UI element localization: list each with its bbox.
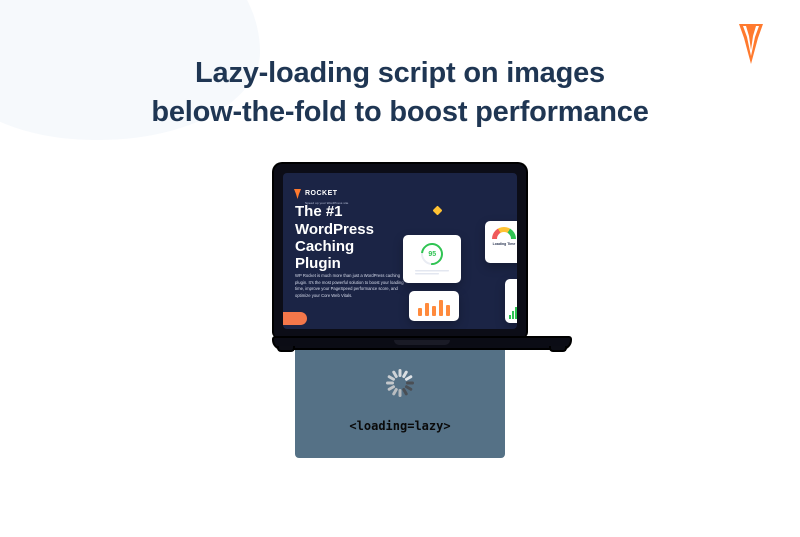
decorative-diamond-icon bbox=[433, 206, 443, 216]
code-snippet: <loading=lazy> bbox=[349, 419, 450, 433]
loading-spinner-icon bbox=[386, 375, 414, 403]
hero-title: The #1 WordPress Caching Plugin bbox=[295, 203, 400, 272]
hero-description: WP Rocket is much more than just a WordP… bbox=[295, 273, 407, 299]
loading-time-card: Loading Time bbox=[485, 221, 517, 263]
laptop-foot bbox=[549, 346, 567, 352]
headline-line-1: Lazy-loading script on images bbox=[195, 57, 605, 89]
gauge-icon bbox=[492, 227, 516, 239]
laptop-screen: ROCKET Speed up your WordPress site The … bbox=[283, 173, 517, 329]
below-fold-panel: <loading=lazy> bbox=[295, 350, 505, 458]
performance-score-card: 95 bbox=[403, 235, 461, 283]
bar-chart-card bbox=[409, 291, 459, 321]
headline-line-2: below-the-fold to boost performance bbox=[151, 96, 648, 128]
gauge-label: Loading Time bbox=[485, 242, 517, 246]
score-ring-icon: 95 bbox=[417, 239, 448, 270]
brand-logo-icon bbox=[736, 22, 766, 71]
wp-rocket-logo-text: ROCKET bbox=[305, 190, 338, 197]
laptop-base bbox=[272, 336, 572, 350]
cta-pill bbox=[283, 312, 307, 325]
wp-rocket-logo: ROCKET Speed up your WordPress site bbox=[293, 182, 348, 205]
illustration-stage: ROCKET Speed up your WordPress site The … bbox=[250, 162, 550, 458]
score-value: 95 bbox=[428, 251, 436, 258]
laptop-screen-frame: ROCKET Speed up your WordPress site The … bbox=[272, 162, 528, 338]
page-title: Lazy-loading script on images below-the-… bbox=[0, 0, 800, 132]
laptop-foot bbox=[277, 346, 295, 352]
laptop-illustration: ROCKET Speed up your WordPress site The … bbox=[272, 162, 528, 350]
side-metric-card bbox=[505, 279, 517, 323]
